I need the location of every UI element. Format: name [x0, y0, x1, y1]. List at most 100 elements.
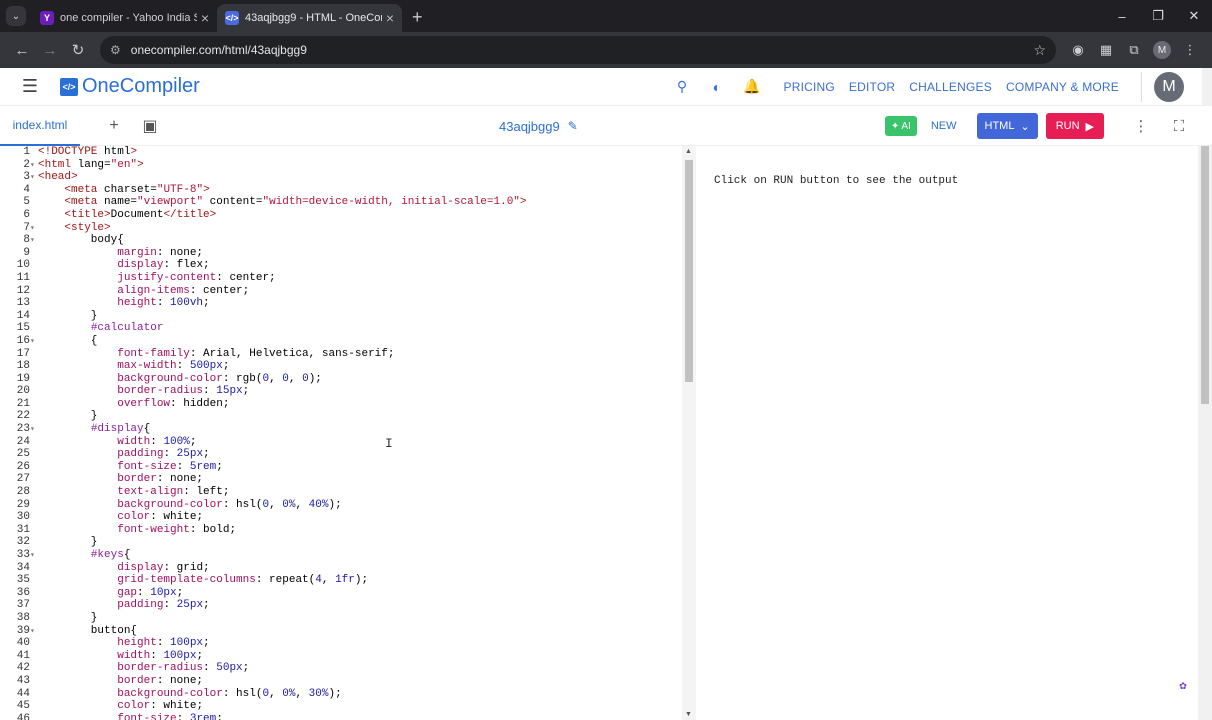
edit-pencil-icon[interactable]: ✎ [568, 119, 578, 133]
add-file-icon[interactable]: + [96, 117, 132, 135]
restore-icon[interactable]: ❐ [1140, 0, 1176, 32]
language-select[interactable]: HTML ⌄ [976, 113, 1038, 139]
code-line[interactable]: 21 overflow: hidden; [0, 398, 682, 411]
page-scrollbar[interactable] [1198, 146, 1212, 720]
profile-avatar[interactable]: M [1148, 36, 1176, 64]
code-line[interactable]: 44 background-color: hsl(0, 0%, 30%); [0, 688, 682, 701]
assistant-brain-icon[interactable]: ✿ [1174, 676, 1192, 694]
code-line[interactable]: 27 border: none; [0, 473, 682, 486]
new-button[interactable]: NEW [931, 120, 957, 132]
code-line[interactable]: 31 font-weight: bold; [0, 524, 682, 537]
code-line[interactable]: 8▾ body{ [0, 234, 682, 247]
code-line[interactable]: 38 } [0, 612, 682, 625]
code-line[interactable]: 3▾ <head> [0, 171, 682, 184]
camera-icon[interactable]: ◉ [1064, 36, 1092, 64]
code-line[interactable]: 41 width: 100px; [0, 650, 682, 663]
project-name[interactable]: 43aqjbgg9 ✎ [499, 106, 578, 146]
extensions-icon[interactable]: ⧉ [1120, 36, 1148, 64]
ai-button[interactable]: ✦ AI [885, 116, 917, 136]
code-editor[interactable]: 1 <!DOCTYPE html> 2▾ <html lang="en"> 3▾ <he… [0, 146, 682, 720]
editor-scroll-thumb[interactable] [685, 160, 693, 382]
close-tab-icon[interactable]: × [201, 10, 209, 26]
page-scroll-thumb[interactable] [1201, 146, 1209, 404]
code-line[interactable]: 18 max-width: 500px; [0, 360, 682, 373]
code-line[interactable]: 14 } [0, 310, 682, 323]
code-line[interactable]: 39▾ button{ [0, 625, 682, 638]
scroll-up-icon[interactable]: ▲ [685, 148, 692, 155]
code-line[interactable]: 10 display: flex; [0, 259, 682, 272]
search-icon[interactable]: ⚲ [665, 78, 700, 95]
code-line[interactable]: 28 text-align: left; [0, 486, 682, 499]
code-line[interactable]: 22 } [0, 410, 682, 423]
minimize-icon[interactable]: – [1104, 0, 1140, 32]
more-options-icon[interactable]: ⋮ [1122, 117, 1160, 135]
code-line[interactable]: 33▾ #keys{ [0, 549, 682, 562]
code-line[interactable]: 11 justify-content: center; [0, 272, 682, 285]
code-line[interactable]: 15 #calculator [0, 322, 682, 335]
code-line[interactable]: 7▾ <style> [0, 222, 682, 235]
tab-search-button[interactable]: ⌄ [6, 6, 26, 26]
code-line[interactable]: 13 height: 100vh; [0, 297, 682, 310]
code-line[interactable]: 45 color: white; [0, 700, 682, 713]
hamburger-menu-icon[interactable]: ☰ [0, 76, 60, 97]
code-line[interactable]: 34 display: grid; [0, 562, 682, 575]
code-line[interactable]: 1 <!DOCTYPE html> [0, 146, 682, 159]
code-line[interactable]: 4 <meta charset="UTF-8"> [0, 184, 682, 197]
notification-bell-icon[interactable]: 🔔 [735, 78, 770, 95]
close-tab-icon[interactable]: × [386, 10, 394, 26]
new-tab-button[interactable]: + [412, 7, 423, 28]
nav-company-more[interactable]: COMPANY & MORE [1006, 80, 1119, 94]
code-text: padding: 25px; [117, 599, 210, 612]
code-line[interactable]: 43 border: none; [0, 675, 682, 688]
file-tab-index-html[interactable]: index.html [0, 106, 80, 146]
code-text: color: white; [117, 511, 204, 524]
code-line[interactable]: 29 background-color: hsl(0, 0%, 40%); [0, 499, 682, 512]
code-line[interactable]: 36 gap: 10px; [0, 587, 682, 600]
code-line[interactable]: 19 background-color: rgb(0, 0, 0); [0, 373, 682, 386]
nav-pricing[interactable]: PRICING [784, 80, 835, 94]
browser-tab-onecompiler[interactable]: </> 43aqjbgg9 - HTML - OneComp × [217, 4, 402, 32]
code-line[interactable]: 37 padding: 25px; [0, 599, 682, 612]
nav-challenges[interactable]: CHALLENGES [909, 80, 992, 94]
add-image-icon[interactable]: ▣ [132, 116, 168, 136]
code-text: align-items: center; [117, 284, 250, 297]
code-line[interactable]: 23▾ #display{ [0, 423, 682, 436]
code-line[interactable]: 6 <title>Document</title> [0, 209, 682, 222]
back-icon[interactable]: ← [8, 36, 36, 64]
onecompiler-logo[interactable]: </> OneCompiler [60, 75, 200, 98]
code-line[interactable]: 12 align-items: center; [0, 285, 682, 298]
code-line[interactable]: 24 width: 100%; [0, 436, 682, 449]
code-line[interactable]: 30 color: white; [0, 511, 682, 524]
code-line[interactable]: 2▾ <html lang="en"> [0, 159, 682, 172]
code-line[interactable]: 20 border-radius: 15px; [0, 385, 682, 398]
code-line[interactable]: 17 font-family: Arial, Helvetica, sans-s… [0, 348, 682, 361]
reload-icon[interactable]: ↻ [64, 36, 92, 64]
user-avatar[interactable]: M [1154, 71, 1184, 102]
code-line[interactable]: 25 padding: 25px; [0, 448, 682, 461]
bookmark-star-icon[interactable]: ☆ [1033, 42, 1046, 59]
code-line[interactable]: 40 height: 100px; [0, 637, 682, 650]
code-line[interactable]: 46 font-size: 3rem; [0, 713, 682, 720]
extension-puzzle-icon[interactable]: ▦ [1092, 36, 1120, 64]
code-line[interactable]: 9 margin: none; [0, 247, 682, 260]
app-header: ☰ </> OneCompiler ⚲ ◐ 🔔 PRICING EDITOR C… [0, 67, 1212, 106]
code-line[interactable]: 32 } [0, 536, 682, 549]
run-button[interactable]: RUN ▶ [1045, 113, 1104, 139]
url-field[interactable]: ⚙ onecompiler.com/html/43aqjbgg9 ☆ [100, 36, 1056, 64]
close-window-icon[interactable]: ✕ [1176, 0, 1212, 32]
forward-icon[interactable]: → [36, 36, 64, 64]
line-number: 34 [16, 561, 30, 574]
editor-scrollbar[interactable]: ▲ ▼ [682, 146, 696, 720]
code-line[interactable]: 16▾ { [0, 335, 682, 348]
fullscreen-icon[interactable]: ⛶ [1160, 118, 1198, 135]
code-line[interactable]: 42 border-radius: 50px; [0, 662, 682, 675]
browser-menu-icon[interactable]: ⋮ [1176, 36, 1204, 64]
code-line[interactable]: 5 <meta name="viewport" content="width=d… [0, 196, 682, 209]
site-info-icon[interactable]: ⚙ [110, 43, 121, 57]
code-line[interactable]: 35 grid-template-columns: repeat(4, 1fr)… [0, 574, 682, 587]
nav-editor[interactable]: EDITOR [849, 80, 895, 94]
browser-tab-yahoo[interactable]: Y one compiler - Yahoo India Sea × [32, 4, 217, 32]
scroll-down-icon[interactable]: ▼ [685, 711, 692, 718]
code-line[interactable]: 26 font-size: 5rem; [0, 461, 682, 474]
theme-toggle-icon[interactable]: ◐ [700, 79, 735, 95]
